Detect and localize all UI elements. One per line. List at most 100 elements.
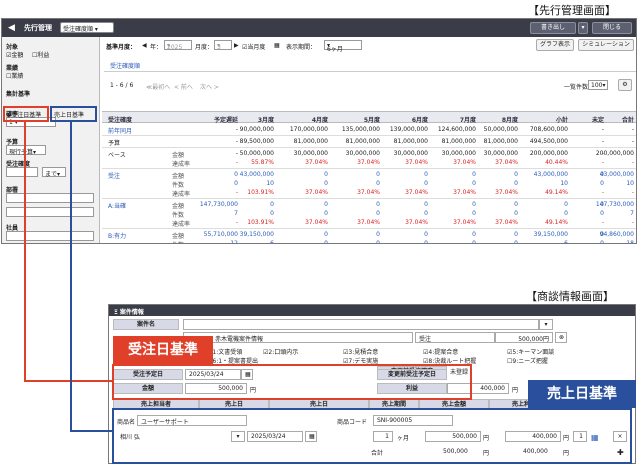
cell: - — [601, 219, 604, 226]
row-sublabel: 件数 — [172, 212, 185, 219]
row-name[interactable]: 前年同月 — [108, 126, 132, 135]
staff-input[interactable] — [6, 231, 94, 241]
cell: - — [631, 138, 634, 145]
row-name[interactable]: 受注 — [108, 171, 120, 180]
cell: 708,600,000 — [529, 126, 568, 133]
cell: 12 — [230, 240, 238, 244]
prev-year-icon[interactable]: ◀ — [142, 42, 147, 49]
bottom-screen-label: 【商談情報画面】 — [526, 290, 614, 303]
case-name-input[interactable]: 20XX/XX 赤木電機案件情報 — [183, 332, 413, 343]
sales-basis-radio[interactable]: 売上日基準 — [54, 110, 84, 119]
this-month-checkbox[interactable]: ☑当月度 — [242, 42, 265, 51]
cell: 49.14% — [545, 219, 568, 226]
cell: 37.04% — [495, 189, 518, 196]
calendar-icon[interactable]: ▦ — [274, 42, 280, 49]
cell: 18 — [626, 240, 634, 244]
row-sublabel: 金額 — [172, 173, 185, 180]
case-dropdown-icon[interactable]: ▾ — [539, 319, 553, 330]
cell: 30,000,000 — [345, 150, 380, 157]
cell: 94,860,000 — [599, 231, 634, 238]
cell: 0 — [600, 180, 604, 187]
cell: 0 — [324, 171, 328, 178]
order-basis-frame — [112, 364, 472, 400]
cell: 0 — [472, 210, 476, 217]
cell: 0 — [324, 180, 328, 187]
order-basis-radio[interactable]: ◉受注日基準 — [6, 110, 41, 119]
cell: - — [235, 126, 238, 133]
dept-input[interactable] — [6, 193, 94, 203]
per-page-select[interactable]: 100▾ — [588, 80, 608, 90]
check-9[interactable]: ☐9:ニーズ把握 — [507, 356, 548, 365]
month-select[interactable]: 3 ▾ — [214, 40, 232, 51]
cell: 10 — [560, 180, 568, 187]
cell: 30,000,000 — [393, 150, 428, 157]
cell: - — [631, 219, 634, 226]
order-prob-select[interactable] — [6, 167, 38, 177]
pager-next[interactable]: 次へ > — [200, 82, 219, 91]
cell: 0 — [514, 180, 518, 187]
simulation-button[interactable]: シミュレーション — [578, 39, 634, 51]
clear-icon[interactable]: ⊗ — [555, 332, 567, 343]
cell: 39,150,000 — [533, 231, 568, 238]
row-name[interactable]: A:当確 — [108, 201, 126, 210]
dept-buttons[interactable] — [6, 207, 94, 217]
case-name-input-top[interactable] — [183, 319, 539, 330]
cell: 37.04% — [453, 219, 476, 226]
cell: 0 — [234, 180, 238, 187]
header-0: 受注確度 — [108, 117, 133, 124]
cell: 0 — [270, 201, 274, 208]
export-button[interactable]: 書き出し — [530, 22, 576, 34]
header-3: 4月度 — [311, 117, 328, 124]
cell: 0 — [472, 171, 476, 178]
year-label: 年： — [150, 44, 163, 51]
settings-icon[interactable]: ⚙ — [618, 79, 632, 91]
cell: - — [601, 189, 604, 196]
row-sublabel: 件数 — [172, 240, 184, 243]
cell: - — [235, 150, 238, 157]
until-select[interactable]: まで▾ — [42, 167, 66, 178]
next-month-icon[interactable]: ▶ — [234, 42, 239, 49]
cell: 0 — [376, 210, 380, 217]
cell: 37.04% — [305, 189, 328, 196]
row-sublabel: 件数 — [172, 182, 185, 189]
table-header: 受注確度 予定遅延 3月度 4月度 5月度 6月度 7月度 8月度 小計 未定 合計 — [102, 111, 636, 124]
row-sublabel: 金額 — [172, 233, 185, 240]
blue-connector-h — [70, 430, 114, 432]
table-row: 受注 金額 件数 達成率 0 43,000,000 0 0 0 0 0 43,000,000 0 43,0… — [102, 170, 636, 199]
group-link[interactable]: 受注確度順 — [110, 61, 140, 70]
pager-first[interactable]: ≪最初へ — [146, 82, 170, 91]
cell: 200,000,000 — [595, 150, 634, 157]
period-select[interactable]: 6ヶ月 ▾ — [324, 40, 362, 53]
actual-checkbox[interactable]: ☐業績 — [6, 71, 23, 80]
cell: 37.04% — [453, 159, 476, 166]
cell: - — [631, 189, 634, 196]
cell: 0 — [472, 231, 476, 238]
check-4[interactable]: ☑4:提案合意 — [423, 347, 458, 356]
cell: 147,730,000 — [199, 201, 238, 208]
cell: 10 — [626, 180, 634, 187]
cell: 39,150,000 — [239, 231, 274, 238]
profit-checkbox[interactable]: ☐利益 — [32, 50, 49, 59]
close-button[interactable]: 閉じる — [592, 22, 632, 34]
check-2[interactable]: ☑2:口頭内示 — [263, 347, 298, 356]
check-3[interactable]: ☑3:見積合意 — [343, 347, 378, 356]
cell: 200,000,000 — [529, 150, 568, 157]
cell: - — [601, 138, 604, 145]
pager-prev[interactable]: < 前へ — [174, 82, 193, 91]
cell: 103.91% — [247, 219, 274, 226]
row-name[interactable]: B:有力 — [108, 231, 126, 240]
budget-select[interactable]: 現行予算▾ — [6, 145, 46, 156]
cell: 0 — [600, 210, 604, 217]
status-field[interactable]: 受注 — [415, 332, 495, 343]
sidebar-toggle-icon[interactable]: ◀ — [8, 23, 15, 33]
cell: 0 — [376, 240, 380, 244]
year-select[interactable]: 2025 ▾ — [164, 40, 192, 51]
check-5[interactable]: ☑5:キーマン面談 — [507, 347, 554, 356]
amount-checkbox[interactable]: ☑金額 — [6, 50, 23, 59]
graph-button[interactable]: グラフ表示 — [536, 39, 574, 51]
cell: 0 — [424, 201, 428, 208]
cell: 0 — [424, 171, 428, 178]
cell: 49.14% — [545, 189, 568, 196]
view-select[interactable]: 受注確度順 ▾ — [60, 22, 114, 33]
export-dropdown-icon[interactable]: ▾ — [578, 22, 588, 34]
